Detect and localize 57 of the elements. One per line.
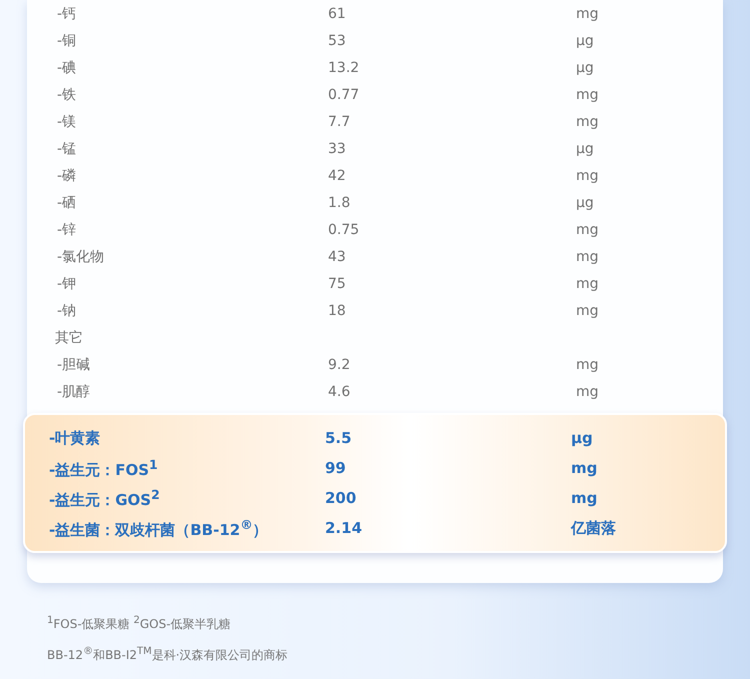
nutrient-unit: μg — [576, 194, 594, 210]
nutrient-name: -叶黄素 — [49, 428, 102, 448]
nutrient-unit: mg — [576, 114, 599, 130]
nutrient-value: 1.8 — [328, 194, 352, 210]
nutrient-name: -益生菌：双歧杆菌（BB-12$^{®}$） — [49, 516, 269, 540]
nutrient-name: -胆碱 — [57, 356, 92, 374]
nutrient-unit: 亿菌落 — [571, 518, 616, 538]
nutrient-unit: mg — [576, 6, 599, 22]
nutrient-value: 7.7 — [328, 114, 352, 130]
nutrient-value: 33 — [328, 140, 347, 156]
nutrient-value: 75 — [328, 276, 347, 292]
nutrient-value: 0.77 — [328, 86, 360, 102]
nutrient-unit: μg — [571, 429, 593, 447]
nutrient-unit: μg — [576, 140, 594, 156]
nutrient-unit: mg — [576, 384, 599, 400]
section-heading: 其它 — [55, 328, 83, 346]
footnote: $^{1}$FOS-低聚果糖 $^{2}$GOS-低聚半乳糖 — [47, 614, 232, 633]
nutrient-unit: mg — [576, 168, 599, 184]
nutrient-name: -锌 — [57, 220, 78, 238]
nutrient-unit: μg — [576, 60, 594, 76]
nutrient-unit: mg — [576, 276, 599, 292]
nutrient-name: -钾 — [57, 274, 78, 292]
nutrient-name: -锰 — [57, 140, 78, 158]
nutrient-unit: mg — [576, 248, 599, 264]
nutrient-value: 9.2 — [328, 356, 352, 372]
nutrient-unit: mg — [576, 222, 599, 238]
nutrient-value: 5.5 — [325, 429, 353, 447]
nutrient-value: 2.14 — [325, 519, 364, 537]
nutrient-unit: mg — [576, 86, 599, 102]
nutrient-unit: mg — [576, 356, 599, 372]
nutrient-unit: mg — [576, 302, 599, 318]
nutrient-value: 61 — [328, 6, 347, 22]
nutrient-name: -铜 — [57, 32, 78, 50]
nutrient-name: -钙 — [57, 4, 78, 22]
nutrient-name: -益生元：GOS$^{2}$ — [49, 486, 161, 510]
nutrient-name: -硒 — [57, 194, 78, 212]
nutrient-value: 43 — [328, 248, 347, 264]
nutrient-name: -镁 — [57, 112, 78, 130]
nutrient-name: -氯化物 — [57, 248, 106, 266]
footnote: BB-12$^{®}$和BB-I2$^{TM}$是科·汉森有限公司的商标 — [47, 645, 289, 664]
nutrient-value: 18 — [328, 302, 347, 318]
nutrient-value: 4.6 — [328, 384, 352, 400]
nutrient-value: 42 — [328, 168, 347, 184]
nutrient-unit: mg — [571, 489, 598, 507]
nutrient-unit: μg — [576, 32, 594, 48]
nutrient-name: -碘 — [57, 58, 78, 76]
nutrient-name: -益生元：FOS$^{1}$ — [49, 456, 159, 480]
nutrient-name: -肌醇 — [57, 382, 92, 400]
nutrient-value: 200 — [325, 489, 358, 507]
nutrient-name: -铁 — [57, 86, 78, 104]
nutrient-unit: mg — [571, 459, 598, 477]
nutrient-value: 0.75 — [328, 222, 360, 238]
nutrient-value: 53 — [328, 32, 347, 48]
nutrient-value: 13.2 — [328, 60, 360, 76]
nutrient-name: -钠 — [57, 302, 78, 320]
nutrient-value: 99 — [325, 459, 347, 477]
nutrient-name: -磷 — [57, 166, 78, 184]
